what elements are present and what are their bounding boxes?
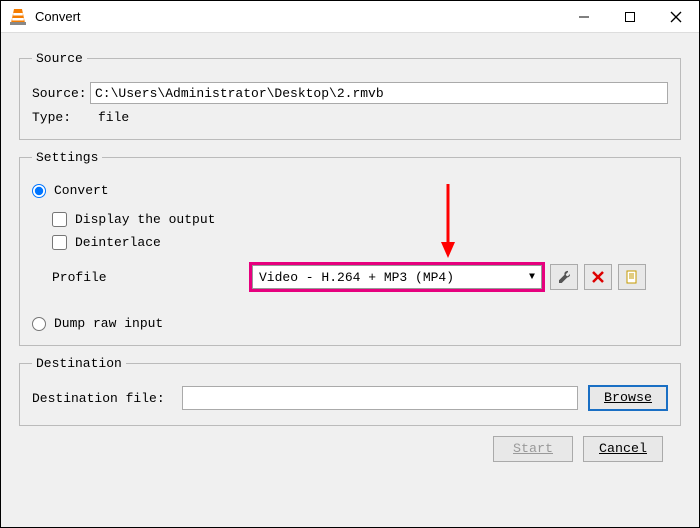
settings-group: Settings Convert Display the output Dein…: [19, 150, 681, 346]
deinterlace-checkbox[interactable]: [52, 235, 67, 250]
dump-raw-radio[interactable]: [32, 317, 46, 331]
destination-file-input[interactable]: [182, 386, 578, 410]
destination-group: Destination Destination file: Browse: [19, 356, 681, 426]
delete-profile-button[interactable]: [584, 264, 612, 290]
start-button[interactable]: Start: [493, 436, 573, 462]
new-profile-button[interactable]: [618, 264, 646, 290]
source-path-input[interactable]: [90, 82, 668, 104]
close-button[interactable]: [653, 1, 699, 32]
browse-button[interactable]: Browse: [588, 385, 668, 411]
profile-dropdown[interactable]: Video - H.264 + MP3 (MP4) ▼: [252, 265, 542, 289]
chevron-down-icon: ▼: [529, 272, 535, 283]
cancel-button[interactable]: Cancel: [583, 436, 663, 462]
titlebar: Convert: [1, 1, 699, 33]
settings-legend: Settings: [32, 150, 102, 165]
x-icon: [591, 270, 605, 284]
dump-raw-label: Dump raw input: [54, 316, 163, 331]
type-value: file: [98, 110, 129, 125]
window-title: Convert: [35, 9, 561, 24]
type-label: Type:: [32, 110, 90, 125]
minimize-button[interactable]: [561, 1, 607, 32]
vlc-icon: [9, 8, 27, 26]
source-group: Source Source: Type: file: [19, 51, 681, 140]
window-controls: [561, 1, 699, 32]
convert-label: Convert: [54, 183, 109, 198]
deinterlace-label: Deinterlace: [75, 235, 161, 250]
display-output-label: Display the output: [75, 212, 215, 227]
edit-profile-button[interactable]: [550, 264, 578, 290]
profile-selected-value: Video - H.264 + MP3 (MP4): [259, 270, 454, 285]
wrench-icon: [556, 269, 572, 285]
source-label: Source:: [32, 86, 90, 101]
destination-file-label: Destination file:: [32, 391, 182, 406]
destination-legend: Destination: [32, 356, 126, 371]
profile-label: Profile: [52, 270, 252, 285]
source-legend: Source: [32, 51, 87, 66]
display-output-checkbox[interactable]: [52, 212, 67, 227]
maximize-button[interactable]: [607, 1, 653, 32]
new-file-icon: [625, 270, 639, 284]
convert-radio[interactable]: [32, 184, 46, 198]
